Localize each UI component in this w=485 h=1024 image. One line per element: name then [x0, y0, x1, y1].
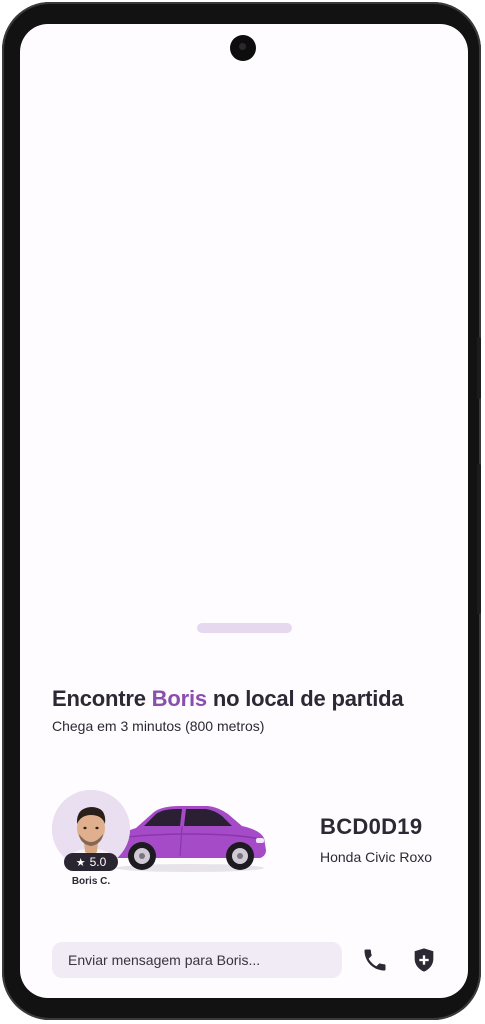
phone-icon — [364, 949, 386, 971]
driver-first-name: Boris — [151, 686, 207, 711]
star-icon: ★ — [75, 856, 86, 869]
bottom-sheet-handle[interactable] — [197, 623, 292, 633]
driver-rating-badge: ★ 5.0 — [64, 853, 118, 871]
volume-button — [477, 337, 481, 399]
license-plate: BCD0D19 — [320, 814, 423, 839]
call-driver-button[interactable] — [359, 944, 391, 976]
power-button — [477, 464, 481, 614]
front-camera — [230, 35, 256, 61]
headline-suffix: no local de partida — [206, 686, 404, 711]
message-driver-input[interactable] — [52, 942, 342, 978]
car-model: Honda Civic Roxo — [320, 849, 433, 865]
trip-headline: Encontre Boris no local de partida — [52, 686, 404, 712]
app-screen: Encontre Boris no local de partida Chega… — [20, 24, 468, 998]
shield-plus-icon — [414, 948, 434, 972]
phone-frame: Encontre Boris no local de partida Chega… — [2, 2, 481, 1020]
driver-name: Boris C. — [71, 876, 111, 887]
car-illustration — [115, 806, 266, 872]
arrival-info: Chega em 3 minutos (800 metros) — [52, 718, 265, 734]
driver-rating: 5.0 — [89, 855, 107, 869]
safety-button[interactable] — [408, 944, 440, 976]
headline-prefix: Encontre — [52, 686, 152, 711]
